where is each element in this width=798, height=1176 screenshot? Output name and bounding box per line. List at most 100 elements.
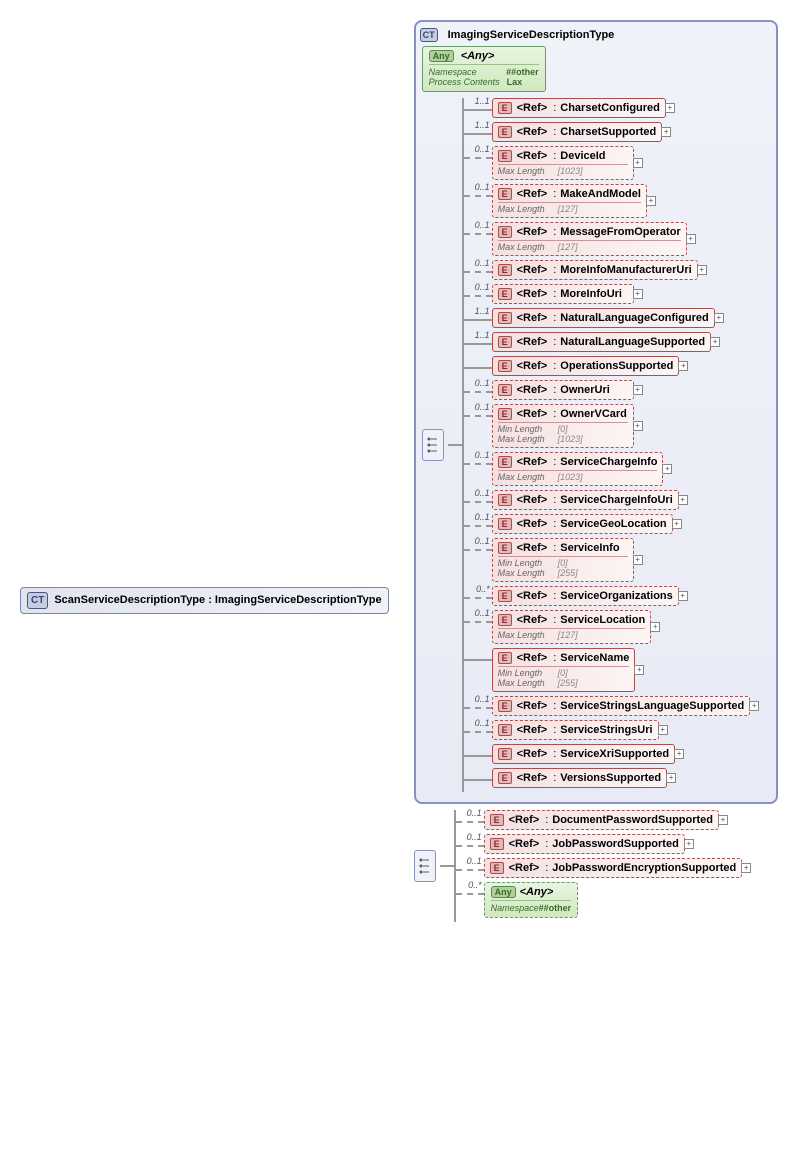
expand-icon[interactable]: + (674, 749, 684, 759)
element-name: ServiceLocation (560, 614, 645, 626)
facet-value: [1023] (558, 434, 583, 444)
element-ref-servicename[interactable]: E<Ref>:ServiceNameMin Length[0]Max Lengt… (492, 648, 636, 692)
element-ref-naturallanguageconfigured[interactable]: E<Ref>:NaturalLanguageConfigured+ (492, 308, 715, 328)
element-ref-servicegeolocation[interactable]: E<Ref>:ServiceGeoLocation+ (492, 514, 673, 534)
element-ref-charsetconfigured[interactable]: E<Ref>:CharsetConfigured+ (492, 98, 666, 118)
element-ref-moreinfouri[interactable]: E<Ref>:MoreInfoUri+ (492, 284, 634, 304)
expand-icon[interactable]: + (666, 773, 676, 783)
sequence-compositor: 1..1E<Ref>:CharsetConfigured+1..1E<Ref>:… (422, 98, 768, 792)
expand-icon[interactable]: + (633, 289, 643, 299)
occurrence-label: 0..1 (467, 808, 482, 818)
element-ref-makeandmodel[interactable]: E<Ref>:MakeAndModelMax Length[127]+ (492, 184, 647, 218)
element-name: CharsetConfigured (560, 102, 660, 114)
element-ref-servicelocation[interactable]: E<Ref>:ServiceLocationMax Length[127]+ (492, 610, 652, 644)
element-name: JobPasswordEncryptionSupported (552, 862, 736, 874)
any-title: <Any> (520, 886, 554, 898)
element-ref-versionssupported[interactable]: E<Ref>:VersionsSupported+ (492, 768, 668, 788)
ref-label: <Ref> (517, 590, 548, 602)
sequence-children: 1..1E<Ref>:CharsetConfigured+1..1E<Ref>:… (462, 98, 768, 792)
ref-label: <Ref> (517, 456, 548, 468)
facet-value: [1023] (558, 472, 583, 482)
element-name: ServiceStringsUri (560, 724, 652, 736)
element-badge-icon: E (498, 226, 512, 238)
element-ref-servicechargeinfouri[interactable]: E<Ref>:ServiceChargeInfoUri+ (492, 490, 679, 510)
expand-icon[interactable]: + (710, 337, 720, 347)
expand-icon[interactable]: + (672, 519, 682, 529)
element-ref-documentpasswordsupported[interactable]: E<Ref>:DocumentPasswordSupported+ (484, 810, 719, 830)
element-ref-servicexrisupported[interactable]: E<Ref>:ServiceXriSupported+ (492, 744, 675, 764)
expand-icon[interactable]: + (665, 103, 675, 113)
occurrence-label: 0..1 (475, 402, 490, 412)
expand-icon[interactable]: + (650, 622, 660, 632)
facet-value: [0] (558, 558, 568, 568)
element-name: ServiceChargeInfoUri (560, 494, 672, 506)
ref-label: <Ref> (517, 264, 548, 276)
element-ref-serviceorganizations[interactable]: E<Ref>:ServiceOrganizations+ (492, 586, 679, 606)
element-name: ServiceName (560, 652, 629, 664)
element-ref-jobpasswordencryptionsupported[interactable]: E<Ref>:JobPasswordEncryptionSupported+ (484, 858, 743, 878)
element-ref-messagefromoperator[interactable]: E<Ref>:MessageFromOperatorMax Length[127… (492, 222, 687, 256)
expand-icon[interactable]: + (678, 495, 688, 505)
element-ref-naturallanguagesupported[interactable]: E<Ref>:NaturalLanguageSupported+ (492, 332, 712, 352)
expand-icon[interactable]: + (718, 815, 728, 825)
any-attribute-box[interactable]: Any <Any> Namespace ##other Process Cont… (422, 46, 546, 92)
expand-icon[interactable]: + (741, 863, 751, 873)
element-ref-operationssupported[interactable]: E<Ref>:OperationsSupported+ (492, 356, 680, 376)
occurrence-label: 0..1 (475, 258, 490, 268)
element-ref-owneruri[interactable]: E<Ref>:OwnerUri+ (492, 380, 634, 400)
element-badge-icon: E (490, 862, 504, 874)
element-ref-servicechargeinfo[interactable]: E<Ref>:ServiceChargeInfoMax Length[1023]… (492, 452, 664, 486)
expand-icon[interactable]: + (661, 127, 671, 137)
ref-label: <Ref> (517, 336, 548, 348)
ref-label: <Ref> (517, 542, 548, 554)
expand-icon[interactable]: + (678, 361, 688, 371)
any-element-box[interactable]: Any<Any>Namespace##other (484, 882, 578, 918)
element-badge-icon: E (498, 652, 512, 664)
element-ref-ownervcard[interactable]: E<Ref>:OwnerVCardMin Length[0]Max Length… (492, 404, 634, 448)
extension-sequence: 0..1E<Ref>:DocumentPasswordSupported+0..… (414, 810, 778, 922)
sequence-icon[interactable] (422, 429, 444, 461)
any-namespace-label: Namespace (491, 903, 539, 913)
expand-icon[interactable]: + (697, 265, 707, 275)
expand-icon[interactable]: + (634, 665, 644, 675)
element-ref-servicestringslanguagesupported[interactable]: E<Ref>:ServiceStringsLanguageSupported+ (492, 696, 751, 716)
element-ref-serviceinfo[interactable]: E<Ref>:ServiceInfoMin Length[0]Max Lengt… (492, 538, 634, 582)
ref-label: <Ref> (509, 862, 540, 874)
occurrence-label: 0..1 (475, 282, 490, 292)
element-name: MessageFromOperator (560, 226, 680, 238)
any-badge-icon: Any (429, 50, 454, 62)
expand-icon[interactable]: + (678, 591, 688, 601)
facet-label: Max Length (498, 568, 558, 578)
facet-value: [0] (558, 668, 568, 678)
any-namespace-value: ##other (539, 903, 572, 913)
expand-icon[interactable]: + (646, 196, 656, 206)
expand-icon[interactable]: + (633, 555, 643, 565)
any-namespace-value: ##other (506, 67, 539, 77)
element-ref-charsetsupported[interactable]: E<Ref>:CharsetSupported+ (492, 122, 663, 142)
expand-icon[interactable]: + (633, 158, 643, 168)
root-complex-type[interactable]: CT ScanServiceDescriptionType : ImagingS… (20, 587, 389, 614)
expand-icon[interactable]: + (633, 385, 643, 395)
expand-icon[interactable]: + (749, 701, 759, 711)
facet-value: [255] (558, 678, 578, 688)
element-ref-deviceid[interactable]: E<Ref>:DeviceIdMax Length[1023]+ (492, 146, 634, 180)
expand-icon[interactable]: + (662, 464, 672, 474)
facet-label: Min Length (498, 668, 558, 678)
expand-icon[interactable]: + (633, 421, 643, 431)
expand-icon[interactable]: + (684, 839, 694, 849)
expand-icon[interactable]: + (658, 725, 668, 735)
ct-badge-icon: CT (27, 592, 48, 609)
ref-label: <Ref> (517, 614, 548, 626)
occurrence-label: 0..1 (475, 536, 490, 546)
facet-value: [127] (558, 242, 578, 252)
ref-label: <Ref> (517, 700, 548, 712)
element-ref-moreinfomanufactureruri[interactable]: E<Ref>:MoreInfoManufacturerUri+ (492, 260, 698, 280)
expand-icon[interactable]: + (686, 234, 696, 244)
any-namespace-label: Namespace (429, 67, 506, 77)
ref-label: <Ref> (517, 724, 548, 736)
facet-label: Max Length (498, 678, 558, 688)
expand-icon[interactable]: + (714, 313, 724, 323)
sequence-icon[interactable] (414, 850, 436, 882)
element-ref-jobpasswordsupported[interactable]: E<Ref>:JobPasswordSupported+ (484, 834, 685, 854)
element-ref-servicestringsuri[interactable]: E<Ref>:ServiceStringsUri+ (492, 720, 659, 740)
